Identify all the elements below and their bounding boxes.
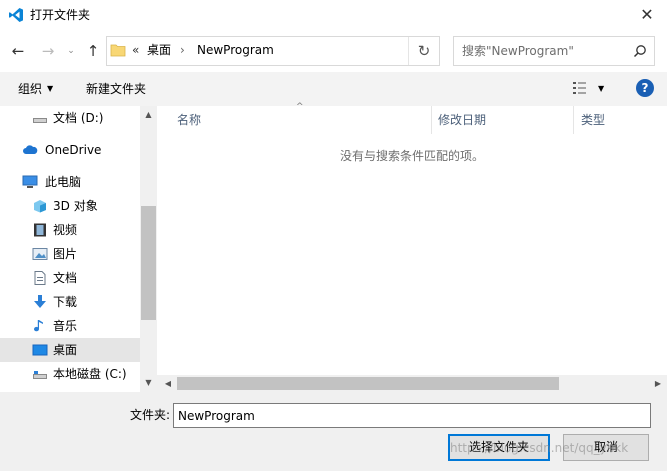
scroll-left-icon[interactable]: ◀ (161, 376, 175, 391)
navigation-pane: 文档 (D:) OneDrive 此电脑 3D 对象 视频 图片 文档 下载 音… (0, 106, 140, 392)
search-placeholder: 搜索"NewProgram" (462, 44, 574, 58)
sidebar-item-label: 音乐 (53, 319, 78, 333)
new-folder-button[interactable]: 新建文件夹 (86, 82, 146, 96)
back-button[interactable]: ← (8, 41, 28, 61)
cloud-icon (23, 145, 38, 154)
desktop-icon (32, 344, 48, 356)
sidebar-item-label: 图片 (53, 247, 78, 261)
music-icon (34, 320, 43, 332)
sidebar-item-label: 桌面 (53, 343, 78, 357)
sidebar-item-3d-objects[interactable]: 3D 对象 (0, 194, 140, 218)
sidebar-item-downloads[interactable]: 下载 (0, 290, 140, 314)
sidebar-item-videos[interactable]: 视频 (0, 218, 140, 242)
horizontal-scroll-thumb[interactable] (177, 377, 559, 390)
sidebar-scroll-thumb[interactable] (141, 206, 156, 320)
document-icon (34, 271, 46, 285)
sidebar-item-drive-d[interactable]: 文档 (D:) (0, 106, 140, 130)
folder-label: 文件夹: (130, 408, 171, 422)
search-icon[interactable] (633, 44, 647, 58)
column-header-name[interactable]: 名称 (157, 106, 432, 134)
sort-indicator-icon: ^ (296, 102, 304, 112)
help-icon[interactable]: ? (636, 79, 654, 97)
cube-icon (34, 200, 46, 213)
computer-icon (22, 175, 38, 188)
close-button[interactable]: ✕ (627, 0, 667, 30)
address-overflow-button[interactable]: « (132, 43, 139, 57)
sidebar-item-pictures[interactable]: 图片 (0, 242, 140, 266)
scroll-right-icon[interactable]: ▶ (651, 376, 665, 391)
sidebar-item-label: 文档 (53, 271, 78, 285)
up-button[interactable]: ↑ (83, 41, 103, 61)
local-disk-icon (33, 371, 47, 379)
address-divider (408, 37, 409, 65)
window-title: 打开文件夹 (30, 8, 91, 22)
sidebar-item-label: 文档 (D:) (53, 111, 104, 125)
chevron-down-icon[interactable]: ▼ (47, 82, 53, 96)
column-header-date-modified[interactable]: 修改日期 (432, 106, 574, 134)
breadcrumb-desktop[interactable]: 桌面 (147, 43, 171, 57)
column-header-type[interactable]: 类型 (575, 106, 667, 134)
breadcrumb-separator[interactable]: › (180, 43, 185, 57)
picture-icon (32, 248, 48, 260)
view-dropdown-icon[interactable]: ▼ (598, 82, 604, 96)
sidebar-item-label: 3D 对象 (53, 199, 98, 213)
sidebar-item-this-pc[interactable]: 此电脑 (0, 170, 140, 194)
refresh-button[interactable]: ↻ (412, 38, 436, 64)
sidebar-item-label: OneDrive (45, 143, 102, 157)
view-options-icon[interactable] (572, 81, 590, 95)
recent-locations-button[interactable]: ⌄ (64, 41, 78, 61)
sidebar-item-music[interactable]: 音乐 (0, 314, 140, 338)
folder-icon (110, 44, 126, 57)
title-bar (0, 0, 667, 30)
organize-button[interactable]: 组织 (18, 82, 42, 96)
forward-button[interactable]: → (38, 41, 58, 61)
breadcrumb-newprogram[interactable]: NewProgram (197, 43, 274, 57)
sidebar-item-label: 本地磁盘 (C:) (53, 367, 127, 381)
sidebar-item-local-disk-c[interactable]: 本地磁盘 (C:) (0, 362, 140, 386)
sidebar-item-label: 此电脑 (45, 175, 82, 189)
scroll-down-icon[interactable]: ▼ (140, 376, 157, 390)
sidebar-item-onedrive[interactable]: OneDrive (0, 138, 140, 162)
sidebar-item-desktop[interactable]: 桌面 (0, 338, 140, 362)
empty-results-message: 没有与搜索条件匹配的项。 (339, 149, 484, 163)
drive-icon (33, 118, 47, 123)
watermark-text: https://blog.csdn.net/qq_yhkk (450, 441, 629, 455)
sidebar-item-label: 下载 (53, 295, 78, 309)
download-icon (34, 295, 46, 308)
vscode-icon (9, 8, 23, 22)
sidebar-item-label: 视频 (53, 223, 78, 237)
scroll-up-icon[interactable]: ▲ (140, 108, 157, 122)
folder-name-input[interactable] (173, 403, 651, 428)
video-icon (34, 223, 46, 237)
sidebar-item-documents[interactable]: 文档 (0, 266, 140, 290)
